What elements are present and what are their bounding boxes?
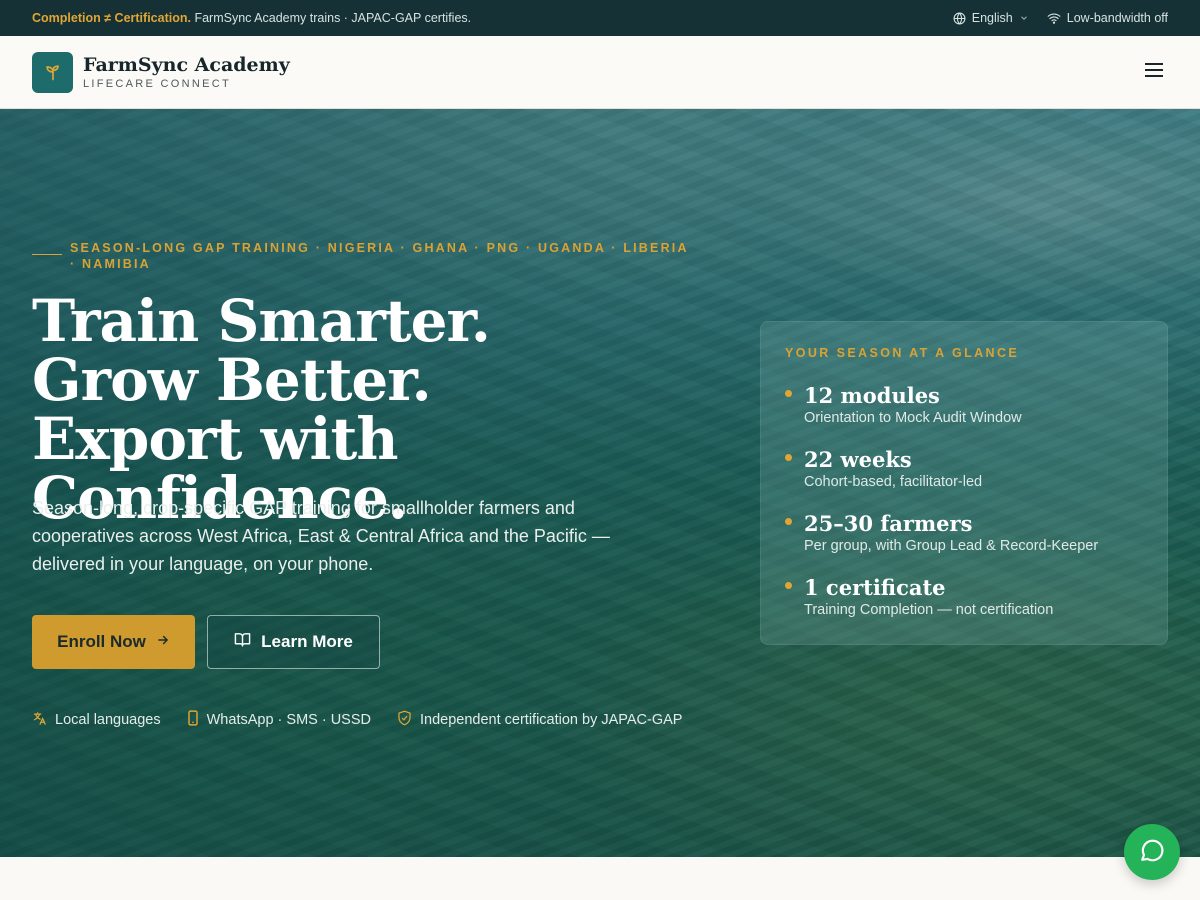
bullet-dot-icon xyxy=(785,454,792,461)
enroll-now-button[interactable]: Enroll Now xyxy=(32,615,195,669)
sprout-icon xyxy=(32,51,73,93)
glance-description: Cohort-based, facilitator-led xyxy=(804,474,983,490)
site-header: FarmSync Academy LIFECARE CONNECT xyxy=(0,36,1200,109)
hamburger-icon xyxy=(1144,62,1164,83)
feature-label: WhatsApp · SMS · USSD xyxy=(206,712,371,728)
book-icon xyxy=(234,632,251,652)
feature-certification: Independent certification by JAPAC-GAP xyxy=(397,710,682,730)
glance-description: Per group, with Group Lead & Record-Keep… xyxy=(804,538,1099,554)
hero-headline: Train Smarter. Grow Better. Export with … xyxy=(32,287,491,532)
glance-title: YOUR SEASON AT A GLANCE xyxy=(785,346,1020,360)
bullet-dot-icon xyxy=(785,390,792,397)
chat-bubble-icon xyxy=(1139,837,1165,868)
translate-icon xyxy=(32,711,47,730)
wifi-icon xyxy=(1047,12,1061,24)
brand-name: FarmSync Academy xyxy=(83,54,290,76)
feature-label: Independent certification by JAPAC-GAP xyxy=(420,712,683,728)
glance-item: 12 modules Orientation to Mock Audit Win… xyxy=(785,384,1022,426)
announcement-bar: Completion ≠ Certification. FarmSync Aca… xyxy=(0,0,1200,36)
feature-label: Local languages xyxy=(55,712,161,728)
enroll-label: Enroll Now xyxy=(57,632,146,651)
glance-description: Training Completion — not certification xyxy=(804,602,1054,618)
globe-icon xyxy=(953,12,966,25)
eyebrow-divider xyxy=(32,254,62,255)
chat-button[interactable] xyxy=(1124,824,1180,880)
certification-notice: Completion ≠ Certification. FarmSync Aca… xyxy=(32,11,471,25)
glance-item: 22 weeks Cohort-based, facilitator-led xyxy=(785,448,982,490)
brand-subtitle: LIFECARE CONNECT xyxy=(83,78,232,90)
phone-icon xyxy=(187,710,199,730)
language-label: English xyxy=(971,11,1013,25)
menu-button[interactable] xyxy=(1140,58,1168,86)
notice-highlight: Completion ≠ Certification. xyxy=(32,11,191,25)
notice-text: FarmSync Academy trains · JAPAC-GAP cert… xyxy=(194,11,472,25)
arrow-right-icon xyxy=(156,632,170,652)
low-bandwidth-toggle[interactable]: Low-bandwidth off xyxy=(1047,11,1168,25)
glance-value: 25–30 farmers xyxy=(804,511,973,536)
chevron-down-icon xyxy=(1019,13,1029,23)
language-selector[interactable]: English xyxy=(953,11,1029,25)
hero-eyebrow: SEASON-LONG GAP TRAINING · NIGERIA · GHA… xyxy=(32,240,692,272)
learn-more-label: Learn More xyxy=(261,632,353,651)
brand-logo-link[interactable]: FarmSync Academy LIFECARE CONNECT xyxy=(32,51,290,93)
learn-more-button[interactable]: Learn More xyxy=(207,615,380,669)
shield-check-icon xyxy=(397,710,412,730)
hero-features: Local languages WhatsApp · SMS · USSD In… xyxy=(32,710,682,730)
bandwidth-label: Low-bandwidth off xyxy=(1066,11,1168,25)
bullet-dot-icon xyxy=(785,518,792,525)
hero-subtitle: Season-long, crop-specific GAP training … xyxy=(32,498,610,574)
hero-section: SEASON-LONG GAP TRAINING · NIGERIA · GHA… xyxy=(0,109,1200,857)
eyebrow-text: SEASON-LONG GAP TRAINING · NIGERIA · GHA… xyxy=(70,241,689,271)
glance-value: 12 modules xyxy=(804,383,940,408)
glance-value: 1 certificate xyxy=(804,575,946,600)
feature-local-languages: Local languages xyxy=(32,710,161,730)
glance-value: 22 weeks xyxy=(804,447,912,472)
glance-description: Orientation to Mock Audit Window xyxy=(804,410,1022,426)
glance-item: 25–30 farmers Per group, with Group Lead… xyxy=(785,512,1098,554)
glance-item: 1 certificate Training Completion — not … xyxy=(785,576,1053,618)
season-glance-card: YOUR SEASON AT A GLANCE 12 modules Orien… xyxy=(760,321,1168,645)
bullet-dot-icon xyxy=(785,582,792,589)
feature-channels: WhatsApp · SMS · USSD xyxy=(187,710,371,730)
